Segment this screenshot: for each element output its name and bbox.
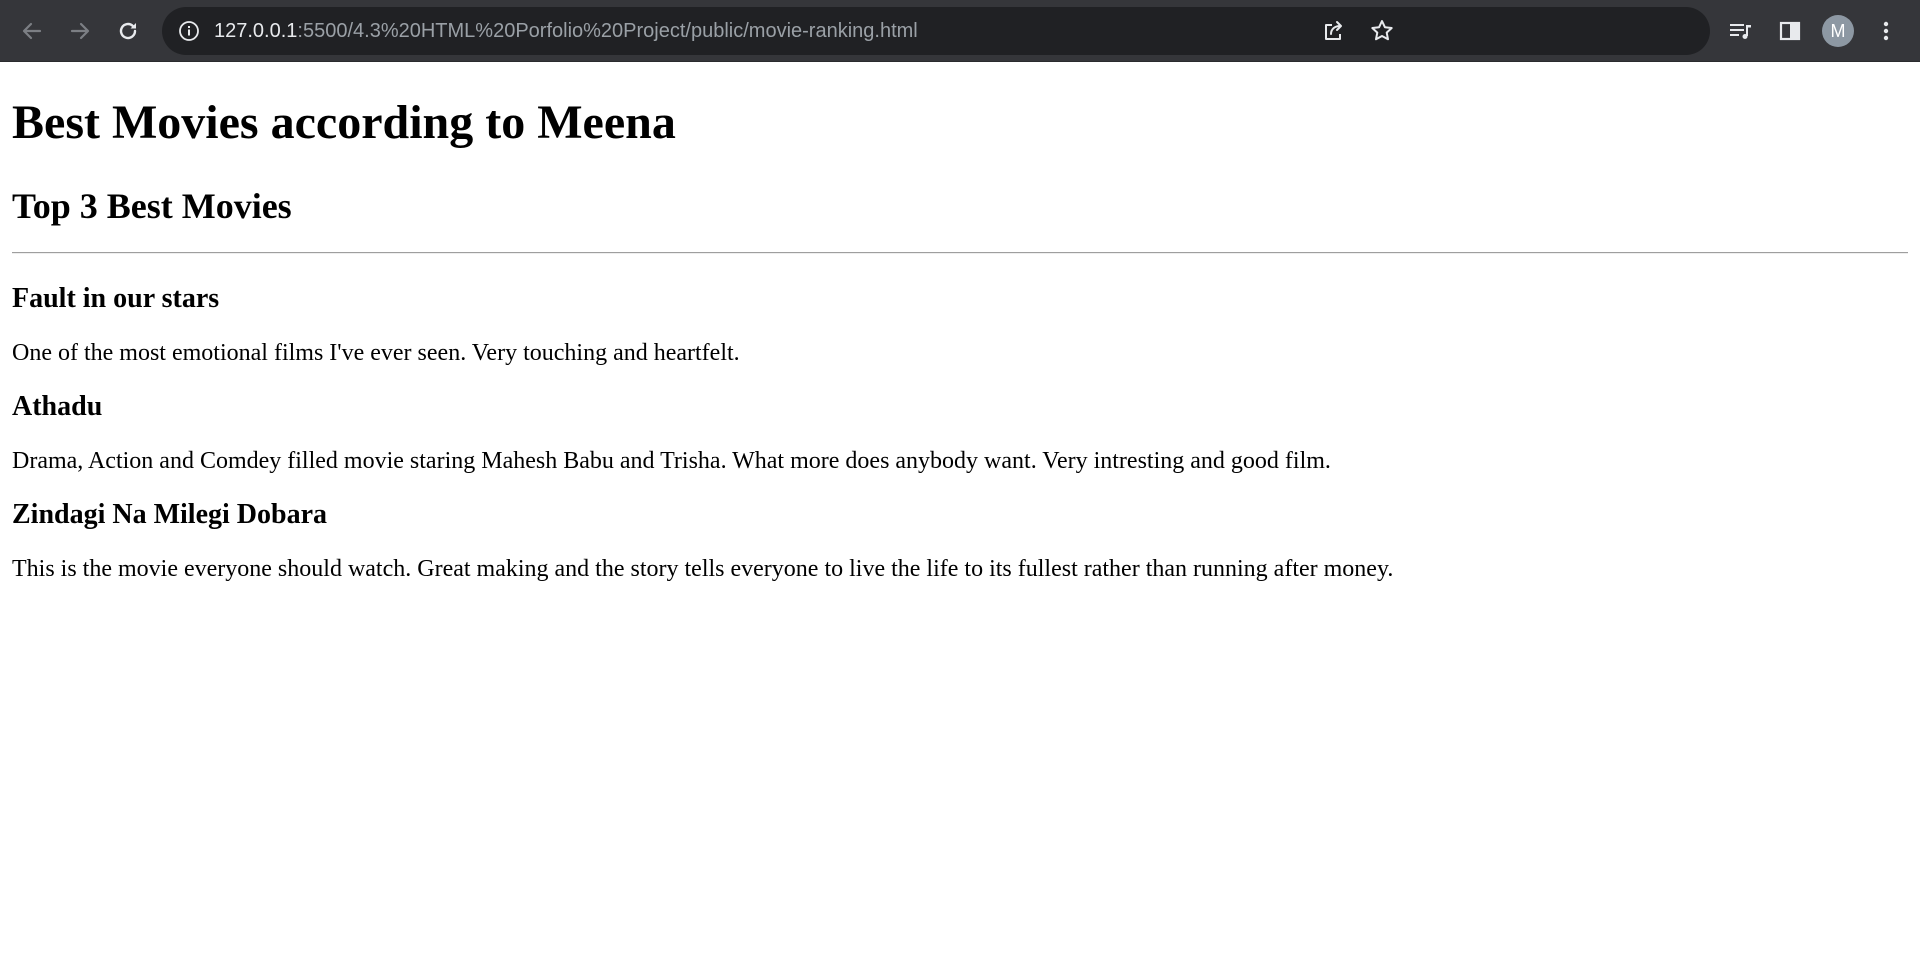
movie-title: Athadu — [12, 391, 103, 422]
side-panel-icon — [1779, 21, 1801, 41]
star-icon — [1371, 20, 1393, 41]
movie-title: Fault in our stars — [12, 283, 220, 314]
side-panel-button[interactable] — [1772, 13, 1808, 49]
profile-avatar[interactable]: M — [1822, 15, 1854, 47]
forward-arrow-icon — [70, 22, 90, 40]
reload-icon — [119, 22, 137, 40]
url-host: 127.0.0.1 — [214, 20, 298, 42]
media-button[interactable] — [1722, 13, 1758, 49]
bookmark-button[interactable] — [1364, 13, 1400, 49]
browser-toolbar: 127.0.0.1:5500/4.3%20HTML%20Porfolio%20P… — [0, 0, 1920, 62]
movie-title: Zindagi Na Milegi Dobara — [12, 499, 328, 530]
page-subtitle: Top 3 Best Movies — [12, 186, 292, 226]
back-button[interactable] — [14, 13, 50, 49]
share-icon — [1325, 21, 1342, 40]
reload-button[interactable] — [110, 13, 146, 49]
info-icon[interactable] — [178, 20, 200, 42]
forward-button[interactable] — [62, 13, 98, 49]
section-divider — [12, 252, 1908, 254]
url-path: :5500/4.3%20HTML%20Porfolio%20Project/pu… — [297, 20, 918, 42]
page-title: Best Movies according to Meena — [12, 96, 676, 149]
movie-list: Fault in our stars One of the most emoti… — [12, 282, 1908, 584]
page-content: Best Movies according to Meena Top 3 Bes… — [12, 62, 1908, 606]
movie-review: One of the most emotional films I've eve… — [12, 340, 740, 366]
address-bar[interactable]: 127.0.0.1:5500/4.3%20HTML%20Porfolio%20P… — [162, 7, 1710, 55]
menu-button[interactable] — [1868, 13, 1904, 49]
kebab-menu-icon — [1883, 21, 1889, 41]
movie-review: This is the movie everyone should watch.… — [12, 556, 1394, 582]
share-button[interactable] — [1316, 13, 1352, 49]
url-text[interactable]: 127.0.0.1:5500/4.3%20HTML%20Porfolio%20P… — [214, 7, 918, 55]
movie-review: Drama, Action and Comdey filled movie st… — [12, 448, 1331, 474]
media-playlist-icon — [1730, 24, 1751, 39]
back-arrow-icon — [22, 22, 42, 40]
